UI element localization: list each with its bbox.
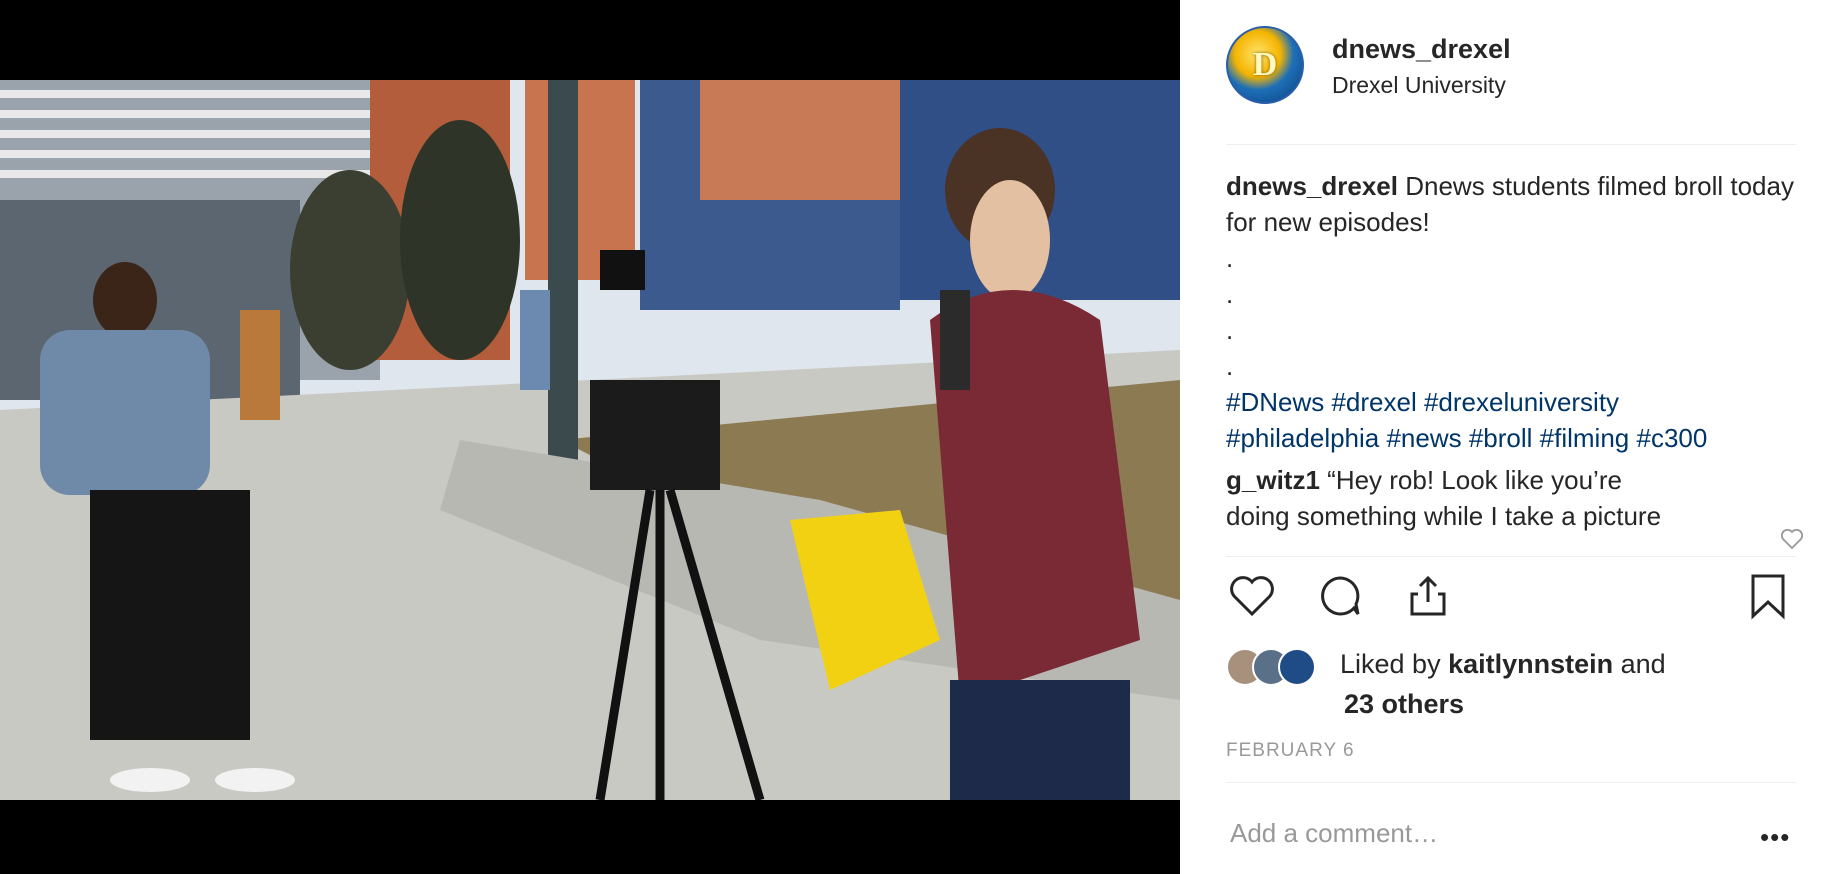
- profile-avatar[interactable]: D: [1226, 26, 1304, 104]
- caption-dot: .: [1226, 351, 1234, 381]
- hashtags-line-2[interactable]: #philadelphia #news #broll #filming #c30…: [1226, 420, 1796, 456]
- more-options-icon[interactable]: •••: [1760, 822, 1790, 853]
- caption: dnews_drexel Dnews students filmed broll…: [1226, 168, 1796, 240]
- comment-icon[interactable]: [1314, 570, 1366, 622]
- comment-text-2: doing something while I take a picture: [1226, 501, 1662, 531]
- divider-top: [1226, 144, 1796, 145]
- post-details-panel: D dnews_drexel Drexel University dnews_d…: [1180, 0, 1832, 874]
- caption-dot: .: [1226, 243, 1234, 273]
- post-date[interactable]: FEBRUARY 6: [1226, 740, 1355, 762]
- comment-item: g_witz1 “Hey rob! Look like you’re: [1226, 462, 1796, 498]
- add-comment-input[interactable]: Add a comment…: [1230, 818, 1438, 849]
- caption-dot: .: [1226, 315, 1234, 345]
- likes-text: Liked by kaitlynnstein and 23 others: [1340, 644, 1666, 724]
- divider-bottom: [1226, 782, 1796, 783]
- avatar-logo: D: [1252, 46, 1278, 83]
- comment-text-1: “Hey rob! Look like you’re: [1327, 465, 1622, 495]
- header-location[interactable]: Drexel University: [1332, 72, 1506, 99]
- photo-scene: [0, 80, 1180, 800]
- caption-username[interactable]: dnews_drexel: [1226, 171, 1398, 201]
- caption-dot: .: [1226, 279, 1234, 309]
- liker-avatar[interactable]: [1278, 648, 1316, 686]
- likes-section: Liked by kaitlynnstein and 23 others: [1226, 644, 1796, 724]
- comment-username[interactable]: g_witz1: [1226, 465, 1320, 495]
- hashtags-line-1[interactable]: #DNews #drexel #drexeluniversity: [1226, 384, 1796, 420]
- heart-icon[interactable]: [1226, 570, 1278, 622]
- likes-prefix: Liked by: [1340, 649, 1449, 679]
- header-username[interactable]: dnews_drexel: [1332, 34, 1511, 65]
- action-bar: [1226, 570, 1796, 626]
- post-header: D dnews_drexel Drexel University: [1226, 26, 1786, 104]
- likes-suffix: and: [1613, 649, 1666, 679]
- divider-mid: [1226, 556, 1796, 557]
- comments-section[interactable]: dnews_drexel Dnews students filmed broll…: [1226, 168, 1796, 550]
- bookmark-icon[interactable]: [1742, 570, 1794, 622]
- share-icon[interactable]: [1402, 570, 1454, 622]
- post-photo[interactable]: [0, 0, 1180, 874]
- small-heart-icon[interactable]: [1780, 528, 1804, 555]
- likes-others[interactable]: 23 others: [1344, 689, 1464, 719]
- likes-user[interactable]: kaitlynnstein: [1448, 649, 1613, 679]
